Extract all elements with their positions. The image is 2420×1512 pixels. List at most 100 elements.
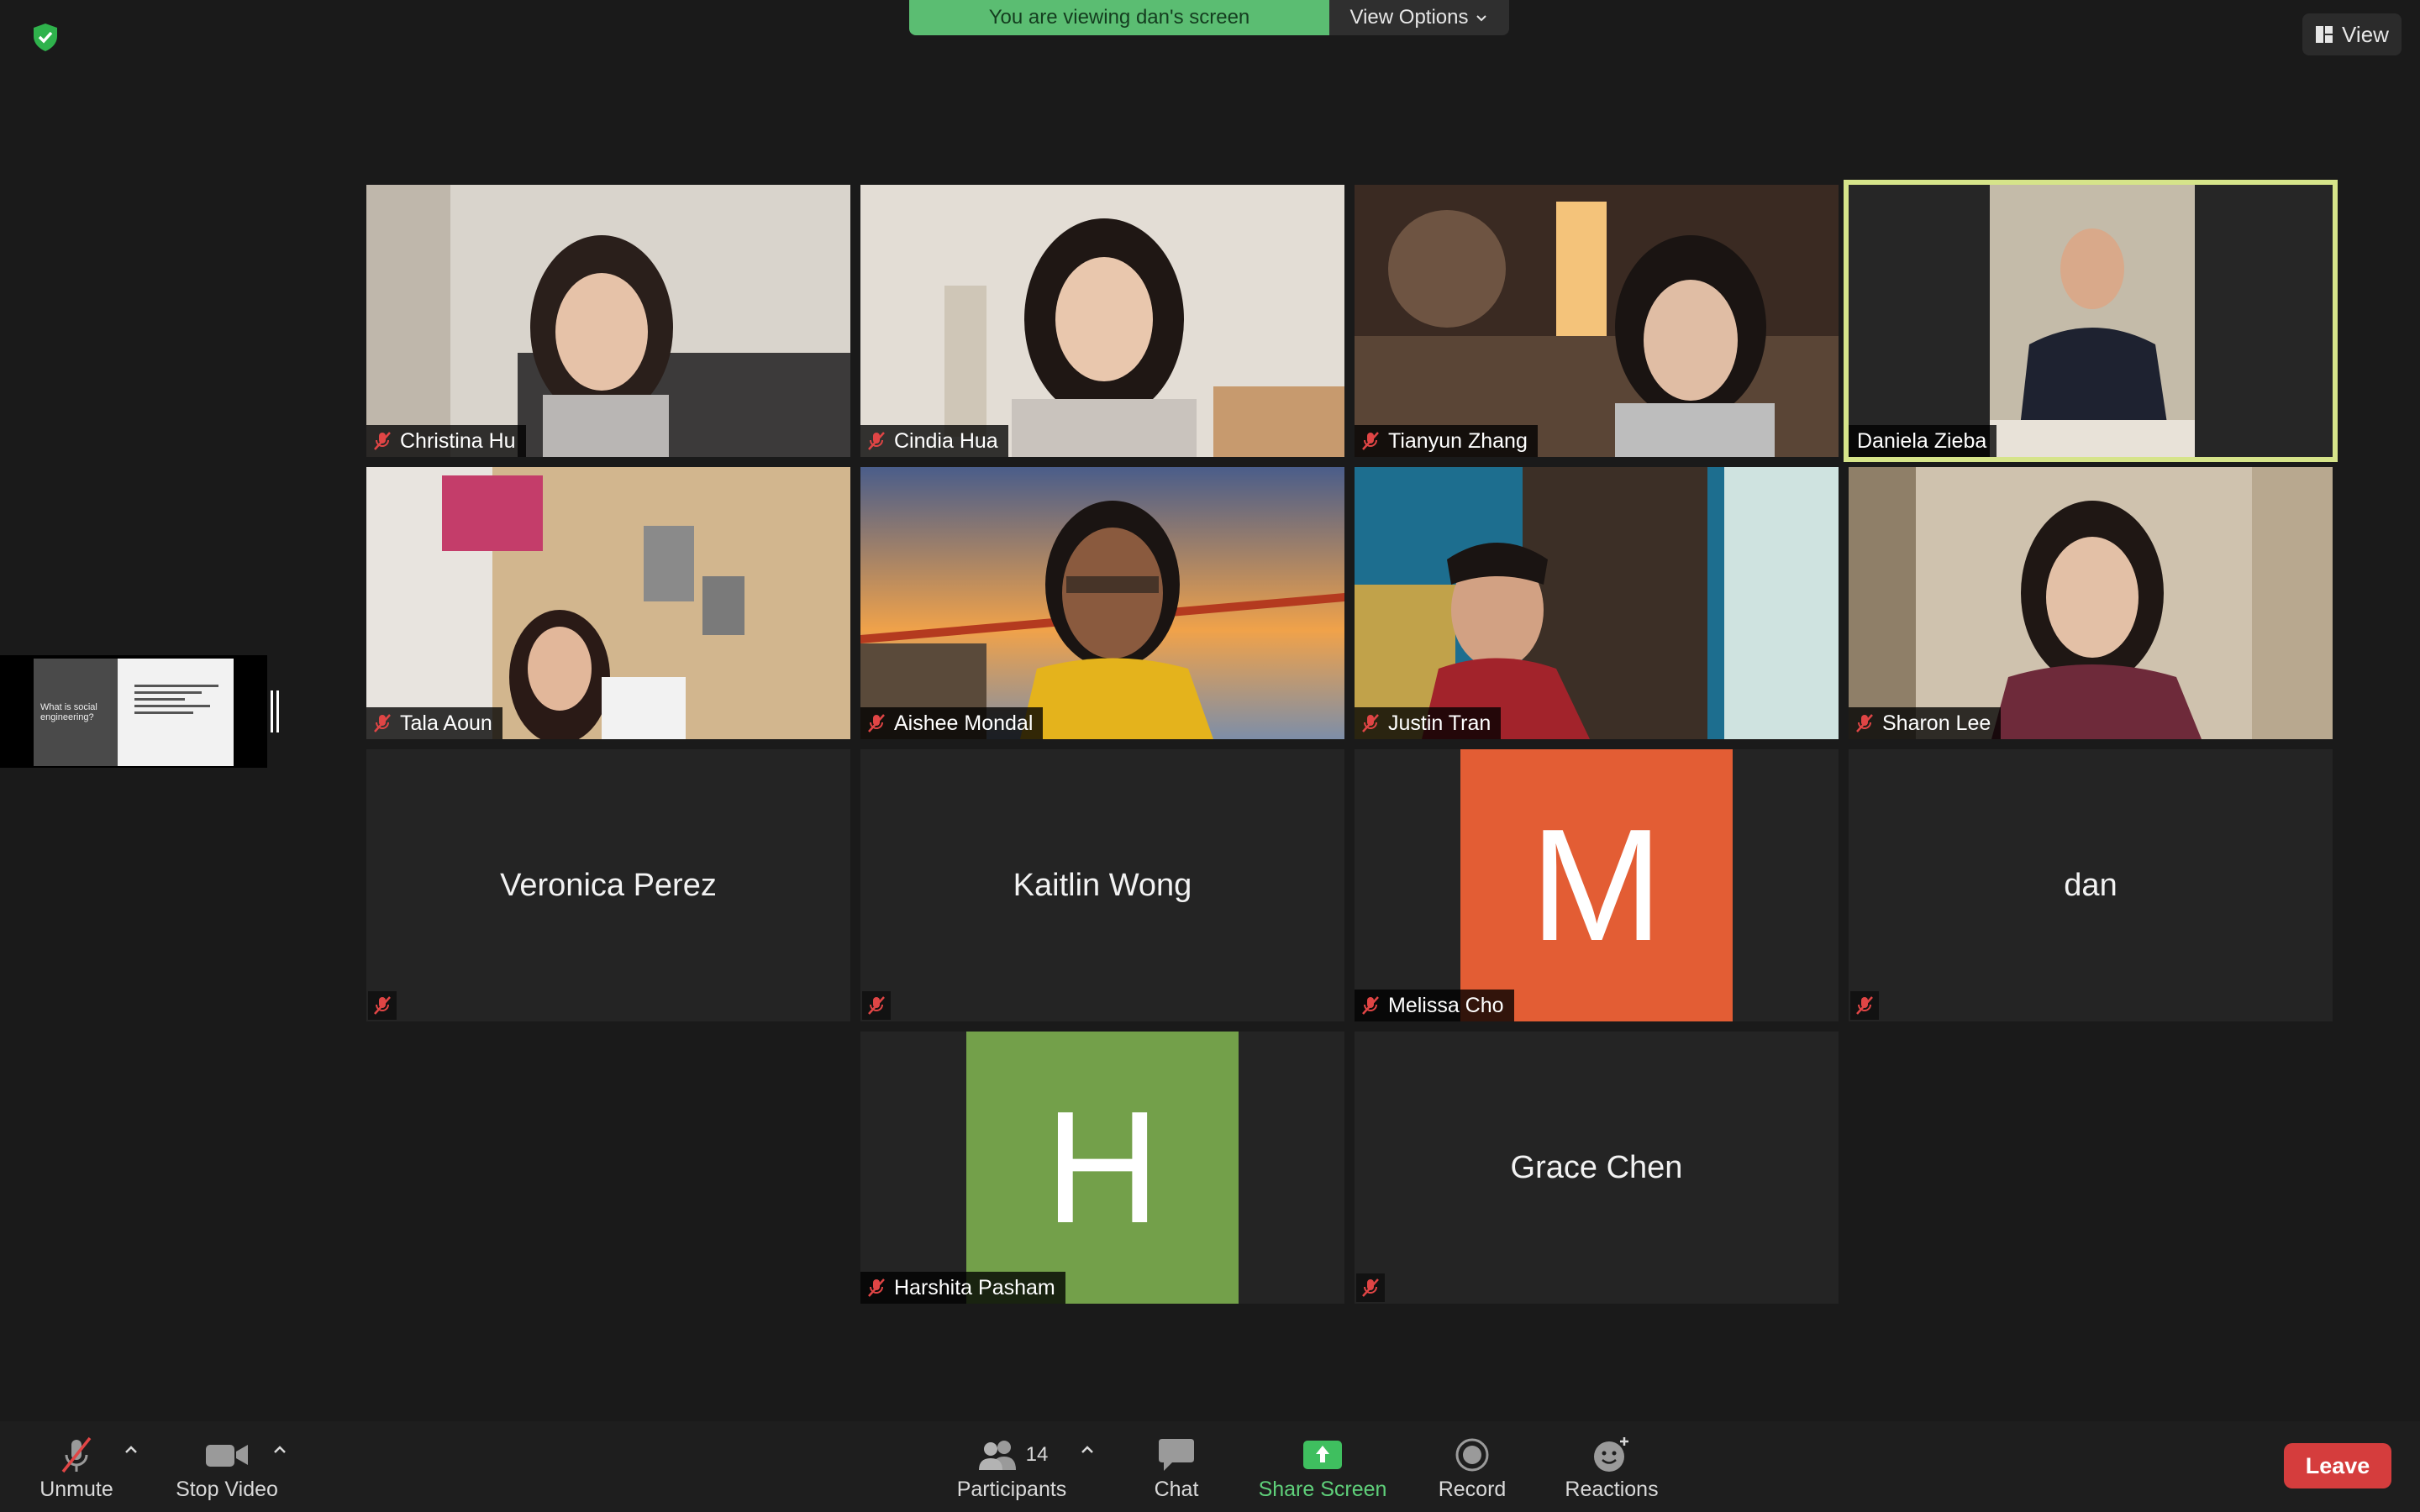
muted-indicator (1850, 991, 1879, 1020)
video-tile-tala-aoun[interactable]: Tala Aoun (366, 467, 850, 739)
muted-mic-icon (1362, 1278, 1379, 1297)
share-screen-button[interactable]: Share Screen (1252, 1421, 1393, 1512)
muted-mic-icon (868, 714, 885, 732)
name-tile-kaitlin-wong[interactable]: Kaitlin Wong (860, 749, 1344, 1021)
participant-name-tag: Tala Aoun (366, 707, 502, 739)
view-layout-button[interactable]: View (2302, 13, 2402, 55)
muted-mic-icon (1856, 714, 1873, 732)
muted-mic-icon (374, 996, 391, 1015)
avatar-tile-harshita-pasham[interactable]: H Harshita Pasham (860, 1032, 1344, 1304)
stop-video-button[interactable]: Stop Video (168, 1421, 286, 1512)
reactions-button[interactable]: Reactions (1560, 1421, 1664, 1512)
participant-name: Melissa Cho (1388, 993, 1504, 1017)
video-feed (860, 185, 1344, 457)
participant-name: Justin Tran (1388, 711, 1491, 735)
muted-mic-icon (868, 1278, 885, 1297)
participants-icon (978, 1441, 1016, 1470)
participants-label: Participants (956, 1478, 1067, 1501)
view-options-label: View Options (1349, 6, 1469, 29)
participant-name-center: Veronica Perez (500, 867, 717, 903)
slide-bullets (134, 680, 218, 718)
participant-name-tag: Justin Tran (1355, 707, 1502, 739)
video-tile-justin-tran[interactable]: Justin Tran (1355, 467, 1839, 739)
chevron-down-icon (1476, 15, 1487, 22)
video-feed (1849, 467, 2333, 739)
unmute-button[interactable]: Unmute (32, 1421, 121, 1512)
video-tile-tianyun-zhang[interactable]: Tianyun Zhang (1355, 185, 1839, 457)
participant-name-tag: Cindia Hua (860, 425, 1008, 457)
chat-label: Chat (1154, 1478, 1199, 1501)
video-tile-christina-hu[interactable]: Christina Hu (366, 185, 850, 457)
muted-mic-icon (374, 714, 391, 732)
grid-view-icon (2316, 26, 2333, 43)
video-feed (1355, 467, 1839, 739)
video-tile-daniela-zieba[interactable]: Daniela Zieba (1849, 185, 2333, 457)
participants-count: 14 (1025, 1443, 1049, 1466)
muted-mic-icon (1856, 996, 1873, 1015)
record-icon (1455, 1438, 1489, 1472)
security-shield-icon[interactable] (29, 20, 62, 54)
participant-name: Cindia Hua (894, 428, 998, 453)
participant-name: Tianyun Zhang (1388, 428, 1528, 453)
video-feed (366, 185, 850, 457)
participant-name: Christina Hu (400, 428, 516, 453)
muted-mic-icon (868, 996, 885, 1015)
record-label: Record (1438, 1478, 1507, 1501)
avatar-tile-melissa-cho[interactable]: M Melissa Cho (1355, 749, 1839, 1021)
participant-name-center: dan (2064, 867, 2118, 903)
reactions-smiley-icon (1594, 1437, 1628, 1472)
video-options-caret-icon[interactable] (271, 1441, 288, 1458)
viewing-screen-label: You are viewing dan's screen (909, 0, 1329, 35)
unmute-label: Unmute (39, 1478, 113, 1501)
slide-preview: What is social engineering? (34, 659, 234, 766)
name-tile-veronica-perez[interactable]: Veronica Perez (366, 749, 850, 1021)
participant-name-tag: Aishee Mondal (860, 707, 1044, 739)
video-feed (366, 467, 850, 739)
participant-name: Aishee Mondal (894, 711, 1034, 735)
participant-name: Tala Aoun (400, 711, 492, 735)
video-tile-cindia-hua[interactable]: Cindia Hua (860, 185, 1344, 457)
reactions-label: Reactions (1565, 1478, 1659, 1501)
meeting-toolbar: Unmute Stop Video 14 Participants Chat S… (0, 1421, 2420, 1512)
muted-indicator (862, 991, 891, 1020)
audio-options-caret-icon[interactable] (123, 1441, 139, 1458)
muted-mic-icon (1362, 432, 1379, 450)
participant-name: Harshita Pasham (894, 1275, 1055, 1299)
share-screen-label: Share Screen (1258, 1478, 1387, 1501)
leave-meeting-button[interactable]: Leave (2284, 1443, 2391, 1488)
video-feed (1849, 185, 2333, 457)
participant-name-tag: Christina Hu (366, 425, 526, 457)
participants-options-caret-icon[interactable] (1079, 1441, 1096, 1458)
participants-button[interactable]: 14 Participants (950, 1421, 1074, 1512)
participant-name-center: Grace Chen (1510, 1149, 1683, 1185)
muted-mic-icon (1362, 714, 1379, 732)
video-feed (860, 467, 1344, 739)
chat-button[interactable]: Chat (1143, 1421, 1210, 1512)
avatar-initial: M (1460, 749, 1733, 1021)
participant-name-tag: Sharon Lee (1849, 707, 2002, 739)
shared-screen-thumbnail[interactable]: What is social engineering? (0, 655, 267, 768)
video-camera-icon (206, 1445, 248, 1467)
participant-name-tag: Melissa Cho (1355, 990, 1514, 1021)
chat-bubble-icon (1159, 1439, 1194, 1471)
participant-name-tag: Daniela Zieba (1849, 425, 1997, 457)
video-tile-sharon-lee[interactable]: Sharon Lee (1849, 467, 2333, 739)
share-screen-icon (1303, 1441, 1342, 1469)
muted-mic-icon (374, 432, 391, 450)
slide-title: What is social engineering? (40, 702, 97, 722)
view-options-button[interactable]: View Options (1329, 0, 1509, 35)
muted-mic-icon (868, 432, 885, 450)
name-tile-grace-chen[interactable]: Grace Chen (1355, 1032, 1839, 1304)
screen-share-banner: You are viewing dan's screen View Option… (909, 0, 1509, 35)
muted-mic-icon (1362, 996, 1379, 1015)
video-tile-aishee-mondal[interactable]: Aishee Mondal (860, 467, 1344, 739)
record-button[interactable]: Record (1428, 1421, 1516, 1512)
thumbnail-drag-handle[interactable] (271, 690, 279, 732)
stop-video-label: Stop Video (176, 1478, 278, 1501)
participant-name: Sharon Lee (1882, 711, 1991, 735)
view-button-label: View (2342, 21, 2389, 47)
name-tile-dan[interactable]: dan (1849, 749, 2333, 1021)
avatar-initial: H (966, 1032, 1239, 1304)
video-feed (1355, 185, 1839, 457)
muted-indicator (1356, 1273, 1385, 1302)
